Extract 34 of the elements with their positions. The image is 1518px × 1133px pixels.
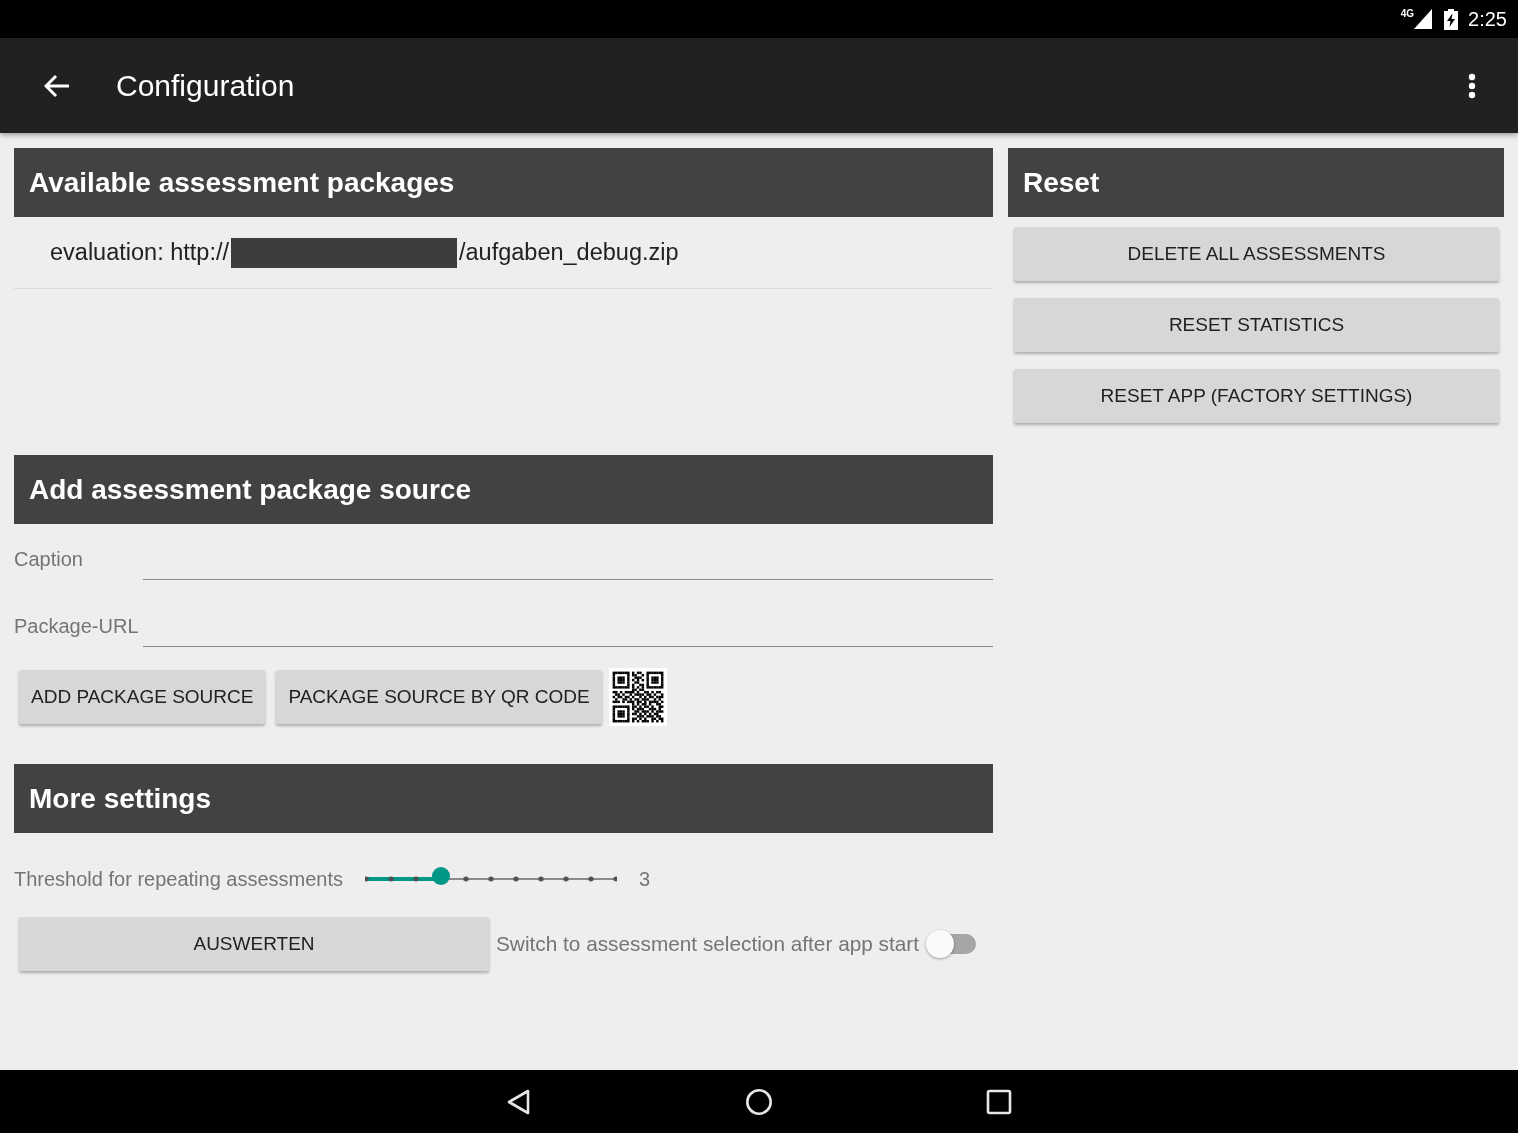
section-header: Available assessment packages (14, 148, 993, 217)
more-options-icon (1468, 72, 1476, 99)
circle-home-icon (745, 1087, 773, 1116)
nav-recents-button[interactable] (985, 1087, 1013, 1116)
network-type-label: 4G (1400, 8, 1415, 19)
slider-value: 3 (639, 867, 651, 891)
package-url-suffix: /aufgaben_debug.zip (459, 239, 679, 266)
raised-button[interactable]: RESET STATISTICS (1014, 298, 1499, 352)
clock-time: 2:25 (1468, 7, 1507, 31)
section-header: Add assessment package source (14, 455, 993, 524)
section-header: Reset (1008, 148, 1504, 217)
raised-button[interactable]: DELETE ALL ASSESSMENTS (1014, 227, 1499, 281)
raised-button[interactable]: RESET APP (FACTORY SETTINGS) (1014, 369, 1499, 423)
field-label: Caption (14, 548, 84, 571)
package-url-prefix: evaluation: http:// (50, 239, 229, 266)
nav-home-button[interactable] (745, 1087, 773, 1116)
raised-button[interactable]: AUSWERTEN (19, 917, 489, 971)
battery-charging-icon (1444, 8, 1459, 30)
screen-title: Configuration (116, 68, 295, 103)
package-list-item[interactable]: evaluation: http:// /aufgaben_debug.zip (14, 217, 993, 289)
raised-button[interactable]: PACKAGE SOURCE BY QR CODE (276, 670, 602, 724)
back-arrow-icon (44, 73, 70, 98)
setting-label: Threshold for repeating assessments (14, 867, 344, 891)
back-button[interactable] (44, 73, 70, 98)
qr-code-icon[interactable] (608, 668, 667, 726)
slider-thumb[interactable] (432, 867, 451, 885)
setting-label: Switch to assessment selection after app start (496, 932, 920, 956)
square-recents-icon (985, 1087, 1013, 1116)
toggle-switch[interactable] (924, 929, 977, 959)
raised-button[interactable]: ADD PACKAGE SOURCE (19, 670, 266, 724)
section-header: More settings (14, 764, 993, 833)
signal-icon (1414, 9, 1433, 29)
field-label: Package-URL (14, 615, 140, 638)
overflow-menu-button[interactable] (1468, 72, 1476, 99)
